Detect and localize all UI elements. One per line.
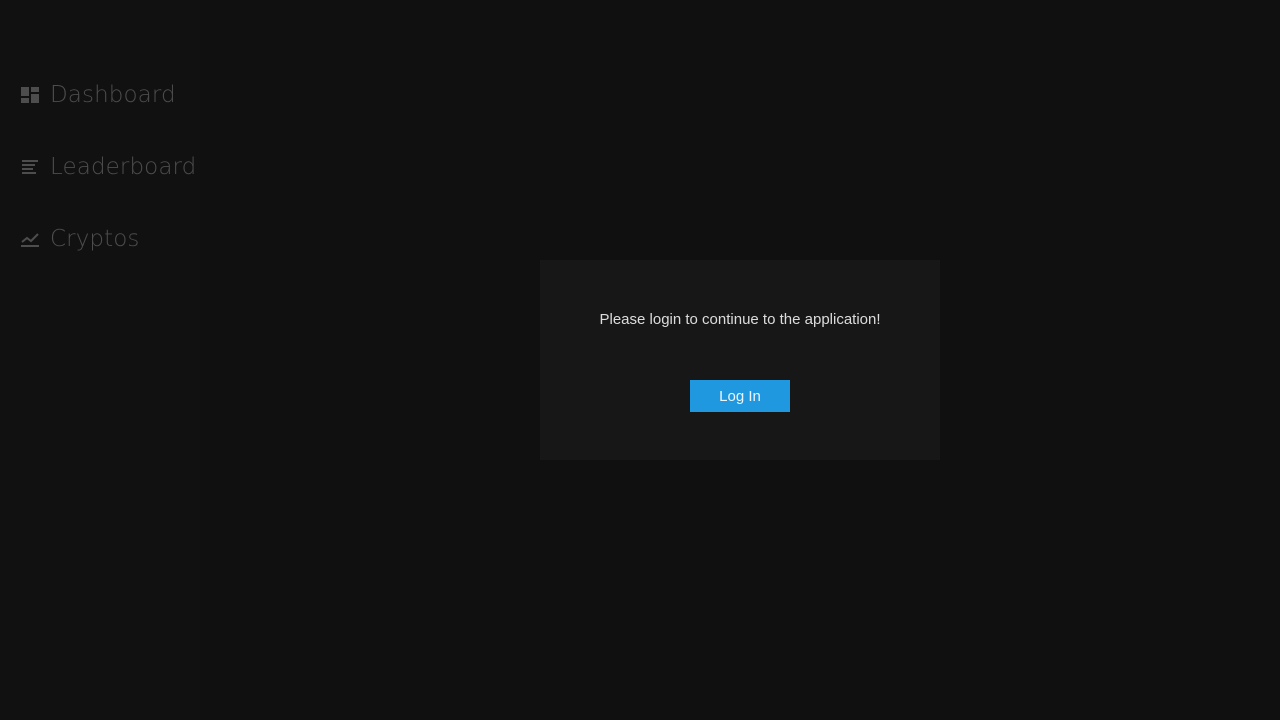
sidebar-item-leaderboard[interactable]: Leaderboard	[20, 152, 196, 182]
app-root: Dashboard Leaderboard Cryptos Please log…	[0, 0, 1280, 720]
sidebar: Dashboard Leaderboard Cryptos	[0, 0, 200, 720]
login-message: Please login to continue to the applicat…	[599, 311, 881, 328]
sidebar-item-label: Leaderboard	[50, 154, 197, 180]
sidebar-item-cryptos[interactable]: Cryptos	[20, 224, 140, 254]
leaderboard-icon	[20, 157, 40, 177]
sidebar-item-label: Dashboard	[50, 82, 176, 108]
sidebar-item-dashboard[interactable]: Dashboard	[20, 80, 176, 110]
login-card: Please login to continue to the applicat…	[540, 260, 940, 460]
dashboard-icon	[20, 85, 40, 105]
trending-up-icon	[20, 229, 40, 249]
login-button[interactable]: Log In	[690, 380, 790, 412]
main-content: Please login to continue to the applicat…	[200, 0, 1280, 720]
sidebar-item-label: Cryptos	[50, 226, 140, 252]
